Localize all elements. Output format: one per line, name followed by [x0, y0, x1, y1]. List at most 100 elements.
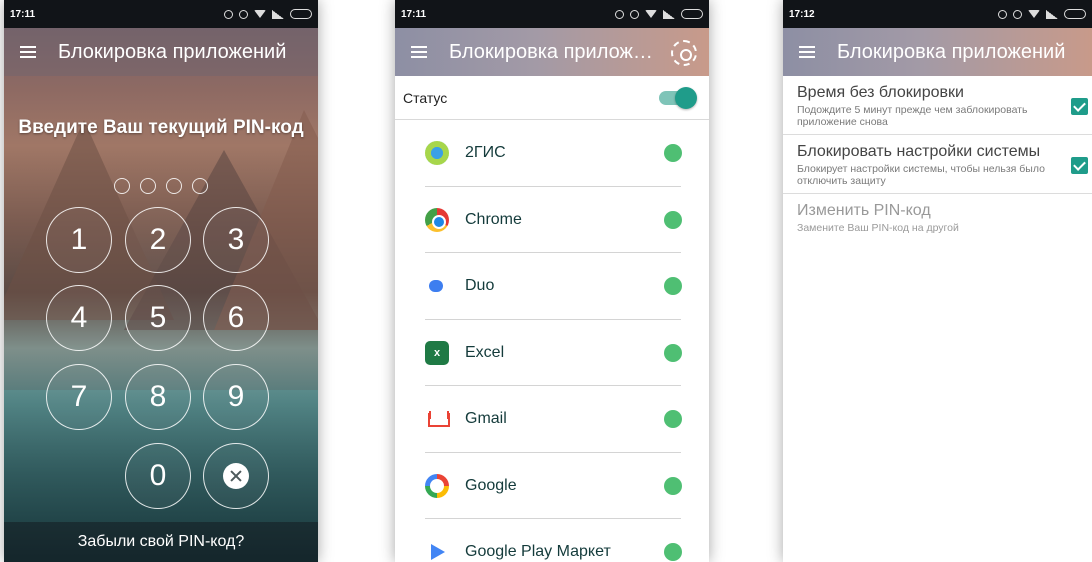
- status-time: 17:11: [10, 8, 36, 20]
- alarm-icon: [615, 9, 624, 19]
- app-name: Google Play Маркет: [465, 543, 611, 561]
- key-7[interactable]: 7: [46, 364, 112, 430]
- app-title: Блокировка приложений: [58, 40, 287, 63]
- status-icons: [998, 9, 1086, 19]
- status-label: Статус: [403, 89, 448, 106]
- setting-description: Замените Ваш PIN-код на другой: [797, 222, 959, 234]
- duo-icon: [425, 274, 449, 299]
- lock-status-indicator[interactable]: [664, 476, 682, 495]
- setting-change-pin[interactable]: Изменить PIN-код Замените Ваш PIN-код на…: [783, 194, 1092, 240]
- key-4[interactable]: 4: [46, 285, 112, 351]
- chrome-icon: [425, 207, 449, 232]
- key-0[interactable]: 0: [125, 443, 191, 509]
- lock-status-indicator[interactable]: [664, 543, 682, 562]
- settings-list: Время без блокировки Подождите 5 минут п…: [783, 76, 1092, 240]
- pin-dot: [192, 178, 208, 194]
- toggle-knob: [675, 86, 697, 109]
- key-5[interactable]: 5: [125, 285, 191, 351]
- menu-icon[interactable]: [411, 46, 427, 58]
- clear-key[interactable]: [203, 443, 269, 509]
- pin-dot: [114, 178, 130, 194]
- app-title: Блокировка приложений: [449, 40, 659, 63]
- key-9[interactable]: 9: [203, 364, 269, 430]
- wifi-icon: [1028, 10, 1040, 18]
- battery-icon: [1064, 9, 1086, 19]
- clock-icon: [239, 9, 248, 19]
- google-icon: [425, 473, 449, 498]
- list-item-gmail[interactable]: Gmail: [395, 386, 709, 453]
- app-name: Duo: [465, 277, 495, 295]
- status-bar: 17:12: [783, 0, 1092, 28]
- status-icons: [224, 9, 312, 19]
- app-name: Google: [465, 476, 517, 494]
- settings-gear-icon[interactable]: [671, 40, 697, 66]
- clock-icon: [630, 9, 639, 19]
- lock-status-indicator[interactable]: [664, 343, 682, 362]
- status-bar: 17:11: [4, 0, 318, 28]
- gmail-icon: [425, 407, 450, 432]
- pin-screen: 17:11 Блокировка приложений Введите Ваш …: [4, 0, 318, 562]
- status-toggle[interactable]: [659, 86, 697, 109]
- alarm-icon: [998, 9, 1007, 19]
- alarm-icon: [224, 9, 233, 19]
- list-item-duo[interactable]: Duo: [395, 253, 709, 320]
- menu-icon[interactable]: [799, 46, 815, 58]
- forgot-pin-button[interactable]: Забыли свой PIN-код?: [4, 522, 318, 562]
- google-play-icon: [425, 540, 449, 562]
- lock-status-indicator[interactable]: [664, 277, 682, 296]
- key-6[interactable]: 6: [203, 285, 269, 351]
- setting-description: Подождите 5 минут прежде чем заблокирова…: [797, 104, 1028, 128]
- pin-dot: [140, 178, 156, 194]
- app-name: 2ГИС: [465, 144, 506, 162]
- key-8[interactable]: 8: [125, 364, 191, 430]
- setting-description: Блокирует настройки системы, чтобы нельз…: [797, 163, 1045, 187]
- wifi-icon: [254, 10, 266, 18]
- status-toggle-row: Статус: [395, 76, 709, 120]
- status-icons: [615, 9, 703, 19]
- app-list-screen: 17:11 Блокировка приложений Статус 2ГИС …: [395, 0, 709, 562]
- app-name: Chrome: [465, 210, 522, 228]
- setting-lock-delay[interactable]: Время без блокировки Подождите 5 минут п…: [783, 76, 1092, 135]
- status-time: 17:12: [789, 8, 815, 20]
- status-bar: 17:11: [395, 0, 709, 28]
- app-name: Excel: [465, 343, 505, 361]
- status-time: 17:11: [401, 8, 427, 20]
- setting-title: Изменить PIN-код: [797, 202, 931, 219]
- list-item-chrome[interactable]: Chrome: [395, 187, 709, 254]
- list-item-google[interactable]: Google: [395, 453, 709, 520]
- list-item-2gis[interactable]: 2ГИС: [395, 120, 709, 187]
- lock-delay-checkbox[interactable]: [1071, 98, 1088, 115]
- clock-icon: [1013, 9, 1022, 19]
- clear-icon: [223, 463, 249, 489]
- list-item-google-play[interactable]: Google Play Маркет: [395, 519, 709, 562]
- pin-dot: [166, 178, 182, 194]
- app-name: Gmail: [465, 410, 507, 428]
- app-list: 2ГИС Chrome Duo x Excel Gmail Google Goo…: [395, 120, 709, 562]
- menu-icon[interactable]: [20, 46, 36, 58]
- setting-lock-system-settings[interactable]: Блокировать настройки системы Блокирует …: [783, 135, 1092, 194]
- 2gis-icon: [425, 141, 449, 166]
- list-item-excel[interactable]: x Excel: [395, 320, 709, 387]
- setting-title: Время без блокировки: [797, 84, 964, 101]
- lock-status-indicator[interactable]: [664, 410, 682, 429]
- settings-screen: 17:12 Блокировка приложений Время без бл…: [783, 0, 1092, 562]
- lock-system-settings-checkbox[interactable]: [1071, 157, 1088, 174]
- signal-icon: [663, 9, 675, 19]
- setting-title: Блокировать настройки системы: [797, 143, 1041, 160]
- battery-icon: [290, 9, 312, 19]
- pin-prompt: Введите Ваш текущий PIN-код: [18, 117, 304, 138]
- key-1[interactable]: 1: [46, 207, 112, 273]
- lock-status-indicator[interactable]: [664, 210, 682, 229]
- app-bar: Блокировка приложений: [783, 28, 1092, 76]
- excel-icon: x: [425, 340, 449, 365]
- app-bar: Блокировка приложений: [4, 28, 318, 76]
- lock-status-indicator[interactable]: [664, 144, 682, 163]
- app-bar: Блокировка приложений: [395, 28, 709, 76]
- key-3[interactable]: 3: [203, 207, 269, 273]
- key-2[interactable]: 2: [125, 207, 191, 273]
- battery-icon: [681, 9, 703, 19]
- wifi-icon: [645, 10, 657, 18]
- signal-icon: [272, 9, 284, 19]
- app-title: Блокировка приложений: [837, 40, 1066, 63]
- pin-dots: [114, 178, 208, 194]
